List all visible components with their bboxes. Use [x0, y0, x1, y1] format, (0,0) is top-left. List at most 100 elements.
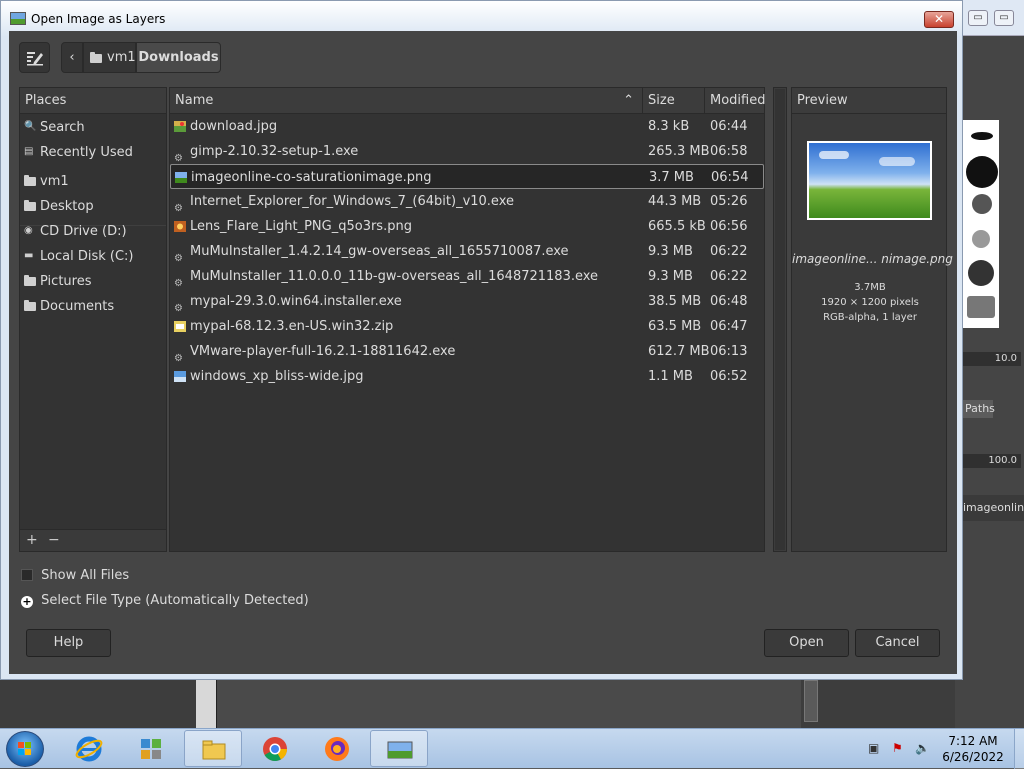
folder-icon [24, 175, 36, 186]
windows-logo-icon [18, 742, 32, 756]
brush-preview[interactable] [966, 156, 998, 188]
column-header-modified[interactable]: Modified [705, 88, 765, 114]
minimize-button[interactable]: ▭ [968, 10, 988, 26]
opacity-field[interactable]: 100.0 [963, 454, 1021, 468]
file-row[interactable]: ⚙ VMware-player-full-16.2.1-18811642.exe… [170, 339, 764, 364]
brush-preview[interactable] [972, 230, 990, 248]
internet-explorer-icon [75, 736, 103, 762]
chrome-icon [263, 737, 287, 762]
place-label: Local Disk (C:) [40, 249, 134, 264]
file-row[interactable]: download.jpg 8.3 kB 06:44 [170, 114, 764, 139]
column-header-name[interactable]: Name ⌃ [170, 88, 643, 114]
taskbar-internet-explorer[interactable] [60, 730, 118, 767]
column-header-size[interactable]: Size [643, 88, 705, 114]
system-clock[interactable]: 7:12 AM 6/26/2022 [935, 733, 1011, 765]
type-location-button[interactable] [19, 42, 50, 73]
taskbar-network-tool[interactable] [122, 730, 180, 767]
preview-size: 3.7MB [854, 282, 886, 293]
show-all-files-option[interactable]: Show All Files [21, 568, 129, 583]
preview-panel: Preview imageonline... nimage.png 3.7MB … [791, 87, 953, 552]
place-item-pictures[interactable]: Pictures [20, 269, 166, 294]
preview-dimensions: 1920 × 1200 pixels [821, 297, 919, 308]
image-canvas[interactable] [216, 680, 801, 728]
help-button[interactable]: Help [26, 629, 111, 657]
clock-time: 7:12 AM [948, 734, 998, 748]
place-item-cd-drive[interactable]: ◉ CD Drive (D:) [20, 219, 166, 244]
place-item-documents[interactable]: Documents [20, 294, 166, 319]
brush-preview[interactable] [971, 132, 993, 140]
cloud-shape [879, 157, 915, 166]
preview-header: Preview [792, 88, 946, 114]
file-row[interactable]: ⚙ mypal-29.3.0.win64.installer.exe 38.5 … [170, 289, 764, 314]
place-item-local-disk[interactable]: ▬ Local Disk (C:) [20, 244, 166, 269]
remove-bookmark-button[interactable]: − [48, 532, 60, 548]
vertical-ruler [196, 680, 216, 728]
brush-preview[interactable] [967, 296, 995, 318]
zip-file-icon [174, 321, 186, 332]
file-row-selected[interactable]: imageonline-co-saturationimage.png 3.7 M… [170, 164, 764, 189]
path-segment-downloads[interactable]: Downloads [136, 42, 221, 73]
file-explorer-icon [202, 740, 226, 760]
expand-plus-icon: + [21, 595, 33, 608]
executable-icon: ⚙ [174, 153, 183, 164]
select-file-type-expander[interactable]: + Select File Type (Automatically Detect… [21, 593, 309, 608]
file-name: VMware-player-full-16.2.1-18811642.exe [190, 344, 456, 359]
brush-spacing-field[interactable]: 10.0 [963, 352, 1021, 366]
place-label: Search [40, 120, 85, 135]
file-modified: 06:52 [710, 369, 748, 384]
file-name: MuMuInstaller_1.4.2.14_gw-overseas_all_1… [190, 244, 569, 259]
recent-icon: ▤ [24, 146, 34, 157]
scrollbar-thumb[interactable] [775, 89, 785, 550]
preview-thumbnail [807, 141, 932, 220]
file-row[interactable]: ⚙ gimp-2.10.32-setup-1.exe 265.3 MB 06:5… [170, 139, 764, 164]
select-file-type-label: Select File Type (Automatically Detected… [41, 593, 309, 608]
brush-preview[interactable] [972, 194, 992, 214]
place-item-desktop[interactable]: Desktop [20, 194, 166, 219]
show-all-files-checkbox[interactable] [21, 569, 33, 581]
network-tray-icon[interactable]: ▣ [868, 741, 882, 755]
close-button[interactable]: ✕ [924, 11, 954, 28]
file-row[interactable]: Lens_Flare_Light_PNG_q5o3rs.png 665.5 kB… [170, 214, 764, 239]
edit-location-icon [27, 52, 43, 66]
path-back-button[interactable]: ‹ [61, 42, 83, 73]
file-modified: 06:22 [710, 244, 748, 259]
file-size: 265.3 MB [648, 144, 710, 159]
tab-paths[interactable]: Paths [963, 400, 995, 418]
taskbar-chrome[interactable] [246, 730, 304, 767]
taskbar-gimp[interactable] [370, 730, 428, 767]
brushes-panel[interactable] [963, 120, 999, 328]
start-button[interactable] [6, 731, 44, 767]
volume-icon[interactable]: 🔈 [915, 741, 930, 755]
file-row[interactable]: ⚙ Internet_Explorer_for_Windows_7_(64bit… [170, 189, 764, 214]
sort-ascending-icon: ⌃ [623, 93, 634, 108]
path-segment-vm1[interactable]: vm1 [83, 42, 136, 73]
taskbar-file-explorer[interactable] [184, 730, 242, 767]
network-tool-icon [141, 739, 161, 759]
file-row[interactable]: mypal-68.12.3.en-US.win32.zip 63.5 MB 06… [170, 314, 764, 339]
taskbar-firefox[interactable] [308, 730, 366, 767]
folder-icon [24, 300, 36, 311]
brush-preview[interactable] [968, 260, 994, 286]
file-row[interactable]: ⚙ MuMuInstaller_11.0.0.0_11b-gw-overseas… [170, 264, 764, 289]
action-center-flag-icon[interactable]: ⚑ [892, 741, 906, 755]
cancel-button[interactable]: Cancel [855, 629, 940, 657]
place-label: Pictures [40, 274, 92, 289]
preview-filename: imageonline... nimage.png [792, 252, 953, 266]
place-item-vm1[interactable]: vm1 [20, 169, 166, 194]
close-window-button[interactable]: ▭ [994, 10, 1014, 26]
file-row[interactable]: windows_xp_bliss-wide.jpg 1.1 MB 06:52 [170, 364, 764, 389]
file-list-scrollbar[interactable] [773, 87, 787, 552]
show-desktop-button[interactable] [1014, 729, 1024, 769]
layer-item[interactable]: imageonline-co-s [963, 495, 1024, 521]
open-button[interactable]: Open [764, 629, 849, 657]
add-bookmark-button[interactable]: + [26, 532, 38, 548]
folder-icon [24, 200, 36, 211]
file-row[interactable]: ⚙ MuMuInstaller_1.4.2.14_gw-overseas_all… [170, 239, 764, 264]
place-item-search[interactable]: 🔍 Search [20, 115, 166, 140]
clock-date: 6/26/2022 [942, 750, 1004, 764]
place-item-recently-used[interactable]: ▤ Recently Used [20, 140, 166, 165]
file-size: 44.3 MB [648, 194, 702, 209]
column-label: Name [175, 93, 214, 108]
canvas-scrollbar[interactable] [804, 680, 818, 722]
file-name: mypal-29.3.0.win64.installer.exe [190, 294, 402, 309]
